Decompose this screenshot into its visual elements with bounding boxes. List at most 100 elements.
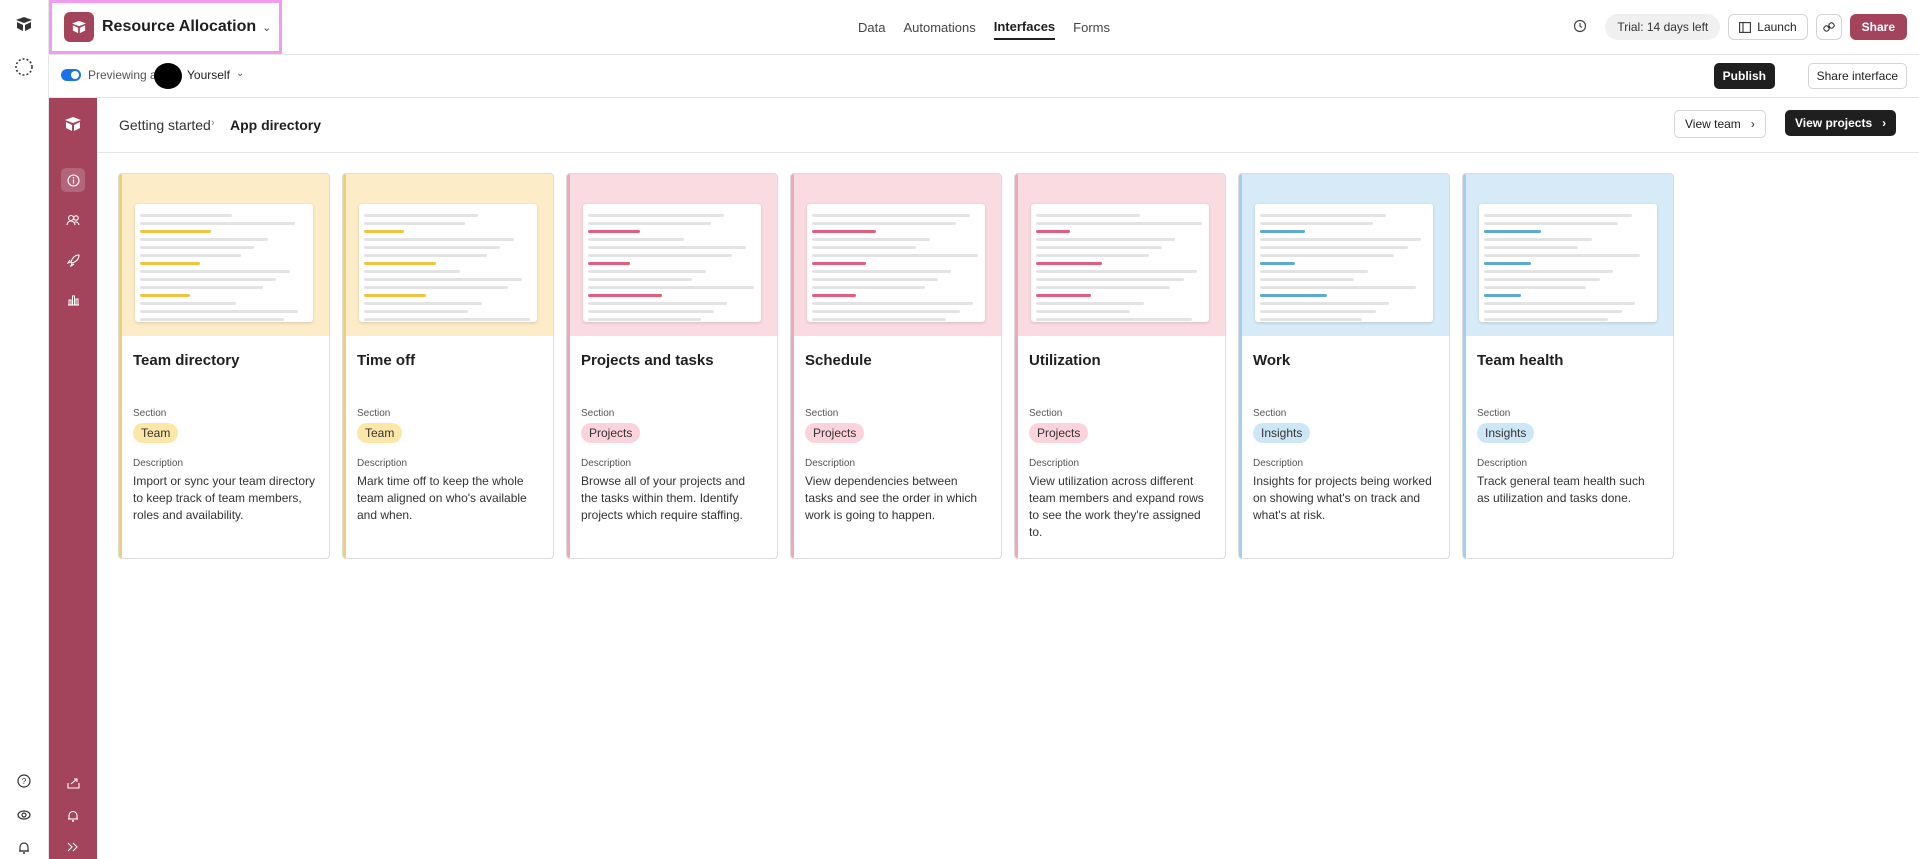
thumbnail-line xyxy=(1484,302,1636,305)
app-card[interactable]: Team health Section Insights Description Tra… xyxy=(1462,173,1674,559)
preview-bar: Previewing as Yourself ⌄ Publish Share i… xyxy=(49,55,1919,98)
thumbnail-line xyxy=(1036,238,1176,241)
interface-logo-icon[interactable] xyxy=(61,112,85,136)
thumbnail-line xyxy=(1260,254,1395,257)
thumbnail-line xyxy=(588,238,684,241)
card-accent xyxy=(119,174,122,558)
thumbnail-line xyxy=(812,222,957,225)
thumbnail-line xyxy=(140,238,268,241)
thumbnail-line xyxy=(364,318,531,321)
thumbnail-line xyxy=(588,214,725,217)
card-thumbnail xyxy=(567,174,777,336)
app-card[interactable]: Schedule Section Projects Description View d… xyxy=(790,173,1002,559)
app-card[interactable]: Team directory Section Team Description Impo… xyxy=(118,173,330,559)
help-icon[interactable]: ? xyxy=(12,769,36,793)
thumbnail-line xyxy=(140,286,263,289)
breadcrumb-parent[interactable]: Getting started xyxy=(119,117,211,133)
rocket-icon[interactable] xyxy=(61,248,85,272)
tab-interfaces[interactable]: Interfaces xyxy=(993,15,1056,40)
share-out-icon[interactable] xyxy=(61,771,85,795)
section-badge: Team xyxy=(357,423,403,443)
thumbnail-line xyxy=(140,310,298,313)
top-right-actions: Trial: 14 days left Launch Share xyxy=(1573,14,1907,40)
thumbnail-line xyxy=(364,214,479,217)
home-logo-icon[interactable] xyxy=(12,12,36,36)
preview-toggle[interactable] xyxy=(61,69,81,81)
svg-text:?: ? xyxy=(22,777,27,786)
thumbnail-line xyxy=(364,310,469,313)
base-title-dropdown[interactable]: Resource Allocation ⌄ xyxy=(49,0,282,54)
thumbnail-line xyxy=(812,262,866,265)
tab-data[interactable]: Data xyxy=(858,16,885,39)
avatar xyxy=(154,63,182,89)
thumbnail-line xyxy=(588,302,728,305)
thumbnail-line xyxy=(364,270,460,273)
copy-link-button[interactable] xyxy=(1815,14,1842,40)
thumbnail-line xyxy=(1260,238,1422,241)
thumbnail-line xyxy=(364,302,482,305)
card-thumbnail xyxy=(1463,174,1673,336)
app-card[interactable]: Utilization Section Projects Description Vie… xyxy=(1014,173,1226,559)
chevron-right-icon: › xyxy=(211,117,215,129)
section-label: Section xyxy=(581,408,615,419)
card-accent xyxy=(791,174,794,558)
info-icon[interactable] xyxy=(61,168,85,192)
card-title: Team health xyxy=(1477,352,1564,369)
view-projects-button[interactable]: View projects › xyxy=(1785,110,1897,136)
thumbnail-line xyxy=(1036,294,1092,297)
launch-button[interactable]: Launch xyxy=(1728,14,1808,40)
thumbnail-line xyxy=(588,246,746,249)
thumbnail-line xyxy=(1036,262,1102,265)
loading-spinner-icon xyxy=(12,55,36,79)
section-badge: Projects xyxy=(805,423,865,443)
app-card[interactable]: Time off Section Team Description Mark time … xyxy=(342,173,554,559)
thumbnail-line xyxy=(364,230,405,233)
thumbnail-line xyxy=(140,294,191,297)
chevron-down-icon[interactable]: ⌄ xyxy=(236,68,244,79)
app-card[interactable]: Projects and tasks Section Projects Descrip… xyxy=(566,173,778,559)
card-description: Import or sync your team directory to ke… xyxy=(133,474,316,522)
card-thumbnail xyxy=(1239,174,1449,336)
thumbnail-line xyxy=(1260,222,1373,225)
thumbnail-line xyxy=(1036,222,1203,225)
chart-icon[interactable] xyxy=(61,288,85,312)
description-label: Description xyxy=(805,458,856,469)
description-label: Description xyxy=(1477,458,1528,469)
thumbnail-line xyxy=(588,286,755,289)
thumbnail-preview xyxy=(583,204,761,322)
thumbnail-line xyxy=(1484,222,1619,225)
thumbnail-line xyxy=(1260,262,1296,265)
thumbnail-preview xyxy=(1031,204,1209,322)
team-icon[interactable] xyxy=(61,208,85,232)
history-icon[interactable] xyxy=(1573,19,1587,36)
app-card[interactable]: Work Section Insights Description Insights f… xyxy=(1238,173,1450,559)
thumbnail-line xyxy=(588,318,701,321)
link-icon xyxy=(1822,22,1835,32)
tab-forms[interactable]: Forms xyxy=(1073,16,1110,39)
thumbnail-line xyxy=(1484,214,1632,217)
publish-button[interactable]: Publish xyxy=(1713,63,1775,89)
tab-automations[interactable]: Automations xyxy=(903,16,975,39)
thumbnail-line xyxy=(1036,254,1149,257)
thumbnail-line xyxy=(364,222,465,225)
card-body: Time off Section Team Description Mark time … xyxy=(343,336,553,524)
thumbnail-line xyxy=(1484,318,1609,321)
preview-user-select[interactable]: Yourself xyxy=(187,68,230,82)
thumbnail-line xyxy=(1036,302,1144,305)
universe-icon[interactable] xyxy=(12,803,36,827)
card-description: View dependencies between tasks and see … xyxy=(805,474,978,522)
description-label: Description xyxy=(357,458,408,469)
launch-icon xyxy=(1739,21,1752,33)
notifications-bell-icon[interactable] xyxy=(12,836,36,859)
share-button[interactable]: Share xyxy=(1849,14,1907,40)
bell-icon[interactable] xyxy=(61,804,85,828)
main-content: Getting started › App directory View tea… xyxy=(97,98,1919,859)
section-label: Section xyxy=(133,408,167,419)
thumbnail-line xyxy=(1484,286,1587,289)
trial-badge[interactable]: Trial: 14 days left xyxy=(1605,14,1721,40)
view-team-button[interactable]: View team › xyxy=(1674,110,1766,138)
expand-sidebar-icon[interactable] xyxy=(61,835,85,859)
share-interface-button[interactable]: Share interface xyxy=(1807,63,1907,89)
thumbnail-line xyxy=(1260,318,1363,321)
section-badge: Projects xyxy=(581,423,641,443)
